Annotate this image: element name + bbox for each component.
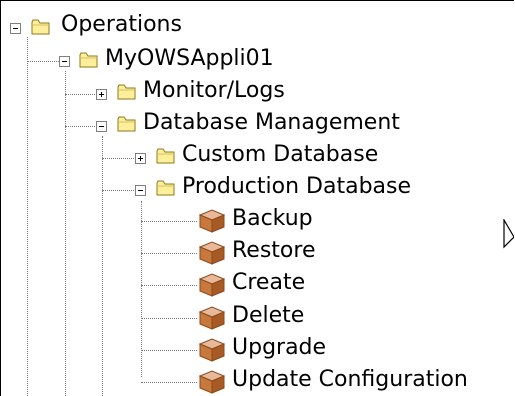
package-icon [198,273,226,297]
minus-icon [62,61,67,62]
collapse-toggle-database-management[interactable] [96,121,107,132]
tree-line [141,350,197,351]
tree-line [27,37,28,396]
minus-icon [99,126,104,127]
expand-toggle-monitor-logs[interactable] [96,89,107,100]
folder-icon [117,116,136,132]
expand-toggle-custom-database[interactable] [135,153,146,164]
tree-node-operations[interactable]: Operations [61,11,182,39]
tree-line [141,221,197,222]
tree-line [141,285,197,286]
collapse-toggle-production-database[interactable] [135,185,146,196]
tree-line [141,382,197,383]
tree-node-production-database[interactable]: Production Database [182,173,411,201]
minus-icon [13,28,18,29]
folder-icon [156,148,175,164]
tree-node-create[interactable]: Create [232,269,305,297]
package-icon [198,306,226,330]
tree-line [141,253,197,254]
folder-icon [117,84,136,100]
tree-node-upgrade[interactable]: Upgrade [232,334,326,362]
tree-node-backup[interactable]: Backup [232,205,313,233]
package-icon [198,241,226,265]
collapse-toggle-myowsappli01[interactable] [59,56,70,67]
minus-icon [138,190,143,191]
tree-view: Operations MyOWSAppli01 Monitor/Logs Dat… [0,0,514,396]
package-icon [198,209,226,233]
tree-node-database-management[interactable]: Database Management [143,109,400,137]
tree-line [102,136,103,396]
tree-node-restore[interactable]: Restore [232,237,315,265]
collapse-toggle-operations[interactable] [10,23,21,34]
tree-node-myowsappli01[interactable]: MyOWSAppli01 [105,45,274,73]
tree-line [141,318,197,319]
package-icon [198,370,226,394]
package-icon [198,338,226,362]
folder-icon [156,180,175,196]
tree-line [65,71,66,396]
folder-icon [79,52,98,68]
tree-node-custom-database[interactable]: Custom Database [182,141,378,169]
tree-node-monitor-logs[interactable]: Monitor/Logs [143,77,285,105]
tree-node-delete[interactable]: Delete [232,302,304,330]
tree-node-update-configuration[interactable]: Update Configuration [232,366,468,394]
cursor-icon [503,219,514,249]
folder-icon [31,19,50,35]
